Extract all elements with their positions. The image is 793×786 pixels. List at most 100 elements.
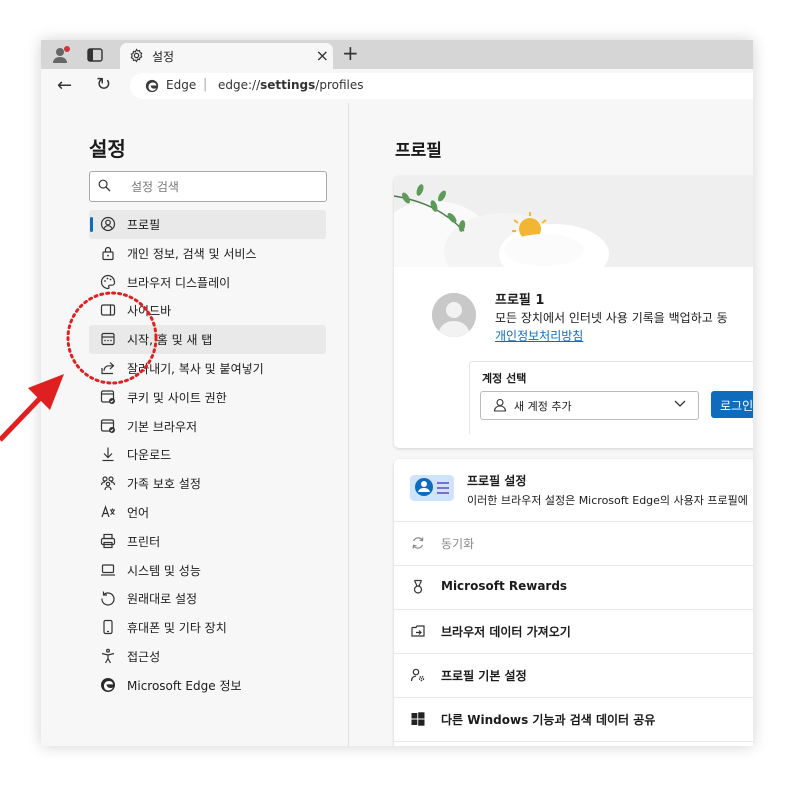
user-add-icon [493, 398, 507, 412]
privacy-policy-link[interactable]: 개인정보처리방침 [495, 327, 583, 344]
sidebar-item-start-home[interactable]: 시작, 홈 및 새 탭 [89, 325, 326, 354]
section-title: 프로필 [395, 141, 442, 161]
sidebar-item-label: 가족 보호 설정 [127, 477, 201, 492]
cookie-icon [100, 389, 116, 405]
profile-description: 모든 장치에서 인터넷 사용 기록을 백업하고 동 [495, 311, 728, 325]
annotation-arrow-shaft [0, 390, 48, 442]
sidebar-item-accessibility[interactable]: 접근성 [89, 642, 326, 671]
start-home-icon [100, 331, 116, 347]
gear-icon [129, 48, 144, 63]
sidebar-item-profile[interactable]: 프로필 [89, 210, 326, 239]
settings-content: 설정 설정 검색 프로필개인 정보, 검색 및 서비스브라우저 디스플레이사이드… [41, 103, 753, 746]
settings-row-label: Microsoft Rewards [441, 579, 568, 593]
sidebar-nav: 프로필개인 정보, 검색 및 서비스브라우저 디스플레이사이드바시작, 홈 및 … [89, 210, 326, 700]
search-placeholder: 설정 검색 [131, 180, 179, 194]
main-panel: 프로필 프로필 1 모든 장치에서 인터넷 사용 기록을 백업하고 동 개인정보… [349, 103, 753, 746]
sidebar-item-label: 사이드바 [127, 304, 172, 319]
sidebar-item-browser[interactable]: 기본 브라우저 [89, 412, 326, 441]
sidebar-icon [100, 302, 116, 318]
new-tab-button[interactable]: + [342, 41, 359, 65]
sidebar-item-printer[interactable]: 프린터 [89, 527, 326, 556]
tab-settings[interactable]: 설정 × [120, 43, 333, 69]
sidebar-item-family[interactable]: 가족 보호 설정 [89, 469, 326, 498]
settings-row-label: 동기화 [441, 537, 475, 551]
tab-title: 설정 [152, 50, 175, 64]
sidebar-item-laptop[interactable]: 시스템 및 성능 [89, 556, 326, 585]
sidebar-item-label: 접근성 [127, 649, 161, 664]
search-icon [98, 179, 111, 192]
accessibility-icon [100, 648, 116, 664]
sidebar-item-language[interactable]: 언어 [89, 498, 326, 527]
reload-button[interactable]: ↻ [96, 74, 111, 95]
download-icon [100, 446, 116, 462]
share-icon [100, 360, 116, 376]
lock-icon [100, 245, 116, 261]
edge-icon [145, 79, 159, 93]
settings-row-import[interactable]: 브라우저 데이터 가져오기 [394, 609, 753, 654]
tab-actions-icon[interactable] [85, 45, 105, 65]
profile-avatar-icon[interactable] [51, 45, 71, 65]
browser-window: 설정 × + ← ↻ Edge | edge://settings/profil… [41, 40, 753, 746]
sidebar-item-label: 잘라내기, 복사 및 붙여넣기 [127, 361, 264, 376]
import-icon [410, 623, 426, 639]
site-label: Edge [166, 78, 197, 92]
sidebar-item-label: 언어 [127, 505, 150, 520]
settings-row-label: 프로필 기본 설정 [441, 669, 527, 683]
sidebar-item-palette[interactable]: 브라우저 디스플레이 [89, 268, 326, 297]
sidebar-item-label: 브라우저 디스플레이 [127, 275, 231, 290]
profile-name: 프로필 1 [495, 293, 545, 308]
search-input[interactable]: 설정 검색 [89, 171, 327, 202]
chevron-down-icon [674, 400, 686, 408]
close-tab-button[interactable]: × [316, 46, 329, 65]
sidebar-item-label: 기본 브라우저 [127, 419, 198, 434]
sidebar-item-label: 원래대로 설정 [127, 592, 198, 607]
tab-strip: 설정 × + [41, 40, 753, 69]
profile-preferences-icon [410, 667, 426, 683]
family-icon [100, 475, 116, 491]
settings-row-profile-preferences[interactable]: 프로필 기본 설정 [394, 653, 753, 698]
sidebar-item-edge[interactable]: Microsoft Edge 정보 [89, 671, 326, 700]
profile-settings-description: 이러한 브라우저 설정은 Microsoft Edge의 사용자 프로필에 [467, 494, 748, 507]
sidebar-item-phone[interactable]: 휴대폰 및 기타 장치 [89, 613, 326, 642]
reset-icon [100, 590, 116, 606]
sidebar-item-label: 프로필 [127, 218, 161, 232]
palette-icon [100, 274, 116, 290]
page-title: 설정 [89, 137, 126, 161]
sidebar-item-share[interactable]: 잘라내기, 복사 및 붙여넣기 [89, 354, 326, 383]
sidebar-item-lock[interactable]: 개인 정보, 검색 및 서비스 [89, 239, 326, 268]
back-button[interactable]: ← [57, 75, 72, 96]
profile-banner-illustration [394, 176, 753, 267]
settings-row-windows[interactable]: 다른 Windows 기능과 검색 데이터 공유 [394, 697, 753, 742]
settings-row-sync[interactable]: 동기화 [394, 521, 753, 566]
sidebar-item-label: 프린터 [127, 534, 161, 549]
edge-icon [100, 677, 116, 693]
profile-settings-header: 프로필 설정 이러한 브라우저 설정은 Microsoft Edge의 사용자 … [394, 459, 753, 522]
login-button[interactable]: 로그인 [711, 391, 753, 418]
account-select-dropdown[interactable]: 새 계정 추가 [480, 391, 699, 420]
account-select-label: 계정 선택 [482, 372, 527, 385]
profile-icon [100, 216, 116, 232]
sidebar-item-download[interactable]: 다운로드 [89, 440, 326, 469]
account-select-box: 계정 선택 새 계정 추가 로그인 [469, 361, 753, 434]
sidebar-item-cookie[interactable]: 쿠키 및 사이트 권한 [89, 383, 326, 412]
sidebar-item-label: 휴대폰 및 기타 장치 [127, 621, 227, 636]
active-indicator [90, 217, 93, 232]
settings-row-label: 브라우저 데이터 가져오기 [441, 625, 571, 639]
settings-row-rewards[interactable]: Microsoft Rewards [394, 565, 753, 610]
address-bar[interactable]: Edge | edge://settings/profiles [130, 73, 753, 99]
settings-sidebar: 설정 설정 검색 프로필개인 정보, 검색 및 서비스브라우저 디스플레이사이드… [41, 103, 349, 746]
settings-row-label: 다른 Windows 기능과 검색 데이터 공유 [441, 713, 656, 727]
profile-settings-title: 프로필 설정 [467, 474, 527, 488]
url-separator: | [203, 77, 208, 92]
sidebar-item-label: Microsoft Edge 정보 [127, 678, 242, 693]
sidebar-item-reset[interactable]: 원래대로 설정 [89, 584, 326, 613]
laptop-icon [100, 562, 116, 578]
sidebar-item-sidebar[interactable]: 사이드바 [89, 296, 326, 325]
rewards-icon [410, 579, 426, 595]
printer-icon [100, 533, 116, 549]
phone-icon [100, 619, 116, 635]
account-select-value: 새 계정 추가 [514, 400, 572, 413]
avatar[interactable] [432, 293, 476, 337]
sidebar-item-label: 다운로드 [127, 448, 172, 463]
profile-settings-icon [409, 473, 455, 503]
